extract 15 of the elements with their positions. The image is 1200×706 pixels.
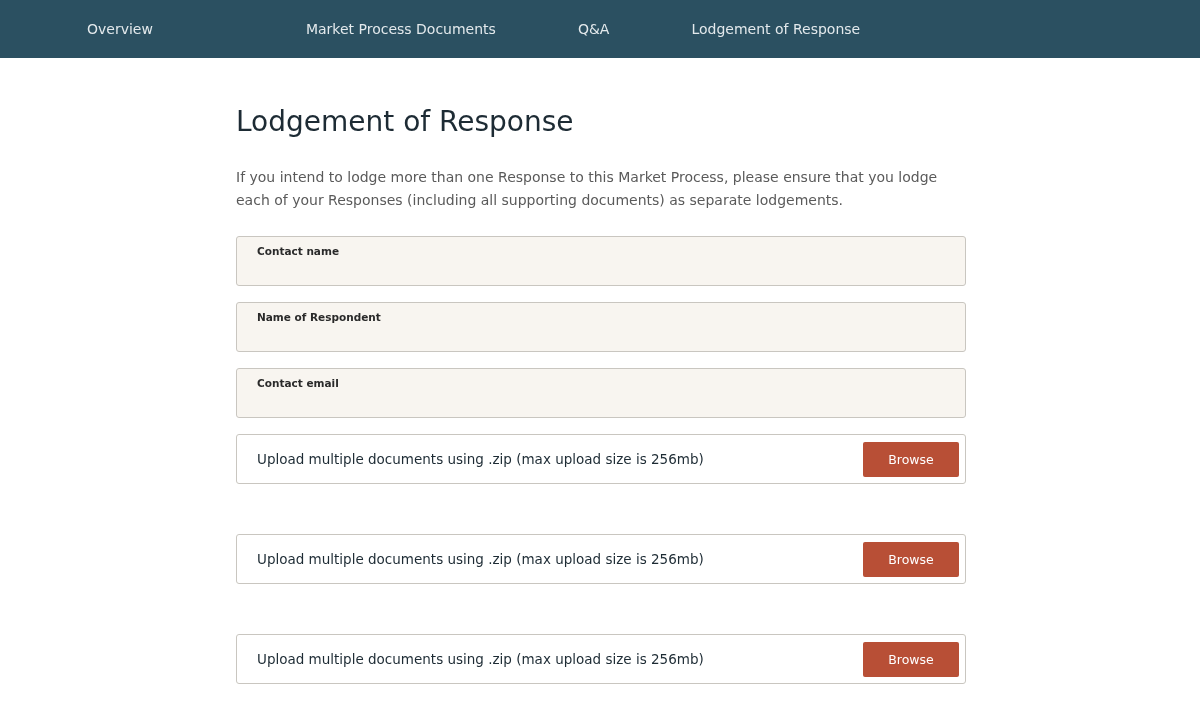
browse-button[interactable]: Browse [863, 541, 959, 577]
nav-link[interactable]: Q&A [577, 21, 610, 37]
text-field[interactable]: Name of Respondent [236, 302, 966, 352]
nav-link[interactable]: Overview [87, 21, 153, 37]
browse-button[interactable]: Browse [863, 641, 959, 677]
upload-instructions: Upload multiple documents using .zip (max upload size is 256mb) [257, 451, 704, 467]
nav-link[interactable]: Lodgement of Response [691, 21, 861, 37]
browse-button[interactable]: Browse [863, 441, 959, 477]
upload-instructions: Upload multiple documents using .zip (max upload size is 256mb) [257, 651, 704, 667]
text-field[interactable]: Contact email [236, 368, 966, 418]
intro-text: If you intend to lodge more than one Response to this Market Process, please ensure that you lodge each of your Responses (including all supporting documents) as separate lodgements. [236, 168, 939, 210]
text-field[interactable]: Contact name [236, 236, 966, 286]
page-title: Lodgement of Response [236, 104, 575, 140]
nav-link[interactable]: Market Process Documents [305, 21, 496, 37]
upload-instructions: Upload multiple documents using .zip (max upload size is 256mb) [257, 551, 704, 567]
